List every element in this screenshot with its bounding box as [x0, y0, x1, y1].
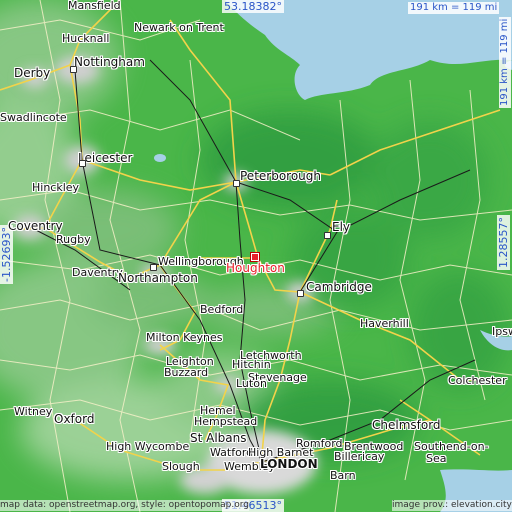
- place-label: Colchester: [448, 374, 507, 387]
- city-dot: [150, 264, 157, 271]
- place-label: St Albans: [190, 431, 247, 445]
- city-dot: [79, 160, 86, 167]
- place-label: Bedford: [200, 303, 244, 316]
- place-label: Hinckley: [32, 181, 80, 194]
- image-attribution: image prov.: elevation.city: [392, 500, 512, 511]
- city-dot: [297, 290, 304, 297]
- location-marker-icon[interactable]: [250, 252, 260, 262]
- place-label: Daventry: [72, 266, 123, 279]
- north-coordinate: 53.18382°: [222, 0, 284, 13]
- place-label: Witney: [14, 405, 53, 418]
- place-label: Romford: [296, 437, 343, 450]
- place-label: Leicester: [78, 151, 133, 165]
- west-coordinate: -1.52693°: [0, 225, 13, 284]
- map-attribution: map data: openstreetmap.org, style: open…: [0, 500, 249, 511]
- place-label: Buzzard: [164, 366, 209, 379]
- place-label: Rugby: [56, 233, 91, 246]
- target-place-label: Houghton: [226, 261, 285, 275]
- place-label: Oxford: [54, 412, 95, 426]
- place-label: Haverhill: [360, 317, 409, 330]
- place-label: Coventry: [8, 219, 63, 233]
- place-label: Luton: [236, 377, 267, 390]
- place-label: Barn: [330, 469, 356, 482]
- horizontal-scale: 191 km = 119 mi: [408, 2, 500, 14]
- place-label: Ipsw: [492, 325, 512, 338]
- city-dot: [324, 232, 331, 239]
- map-view[interactable]: 53.18382° 51.46513° -1.52693° 1.28557° 1…: [0, 0, 512, 512]
- east-coordinate: 1.28557°: [497, 215, 510, 270]
- place-label: Ely: [332, 220, 351, 234]
- place-label: Sea: [426, 452, 447, 465]
- place-label: Nottingham: [74, 55, 145, 69]
- place-label: Milton Keynes: [146, 331, 223, 344]
- city-dot: [70, 66, 77, 73]
- city-dot: [233, 180, 240, 187]
- place-label: Peterborough: [240, 169, 322, 183]
- london-label: LONDON: [260, 457, 318, 471]
- place-label: High Wycombe: [106, 440, 190, 453]
- place-label: Hitchin: [232, 358, 271, 371]
- place-label: Cambridge: [306, 280, 372, 294]
- place-label: Chelmsford: [372, 418, 441, 432]
- place-label: Watford: [210, 446, 254, 459]
- place-label: Mansfield: [68, 0, 121, 12]
- place-label: Hucknall: [62, 32, 110, 45]
- place-label: Swadlincote: [0, 111, 67, 124]
- lake: [154, 154, 166, 162]
- place-label: Derby: [14, 66, 51, 80]
- place-label: Slough: [162, 460, 200, 473]
- place-label: Hempstead: [194, 415, 258, 428]
- place-label: Northampton: [118, 271, 198, 285]
- vertical-scale: 191 km = 119 mi: [499, 16, 511, 108]
- place-label: Newark on Trent: [134, 21, 224, 34]
- place-label: Billericay: [334, 450, 385, 463]
